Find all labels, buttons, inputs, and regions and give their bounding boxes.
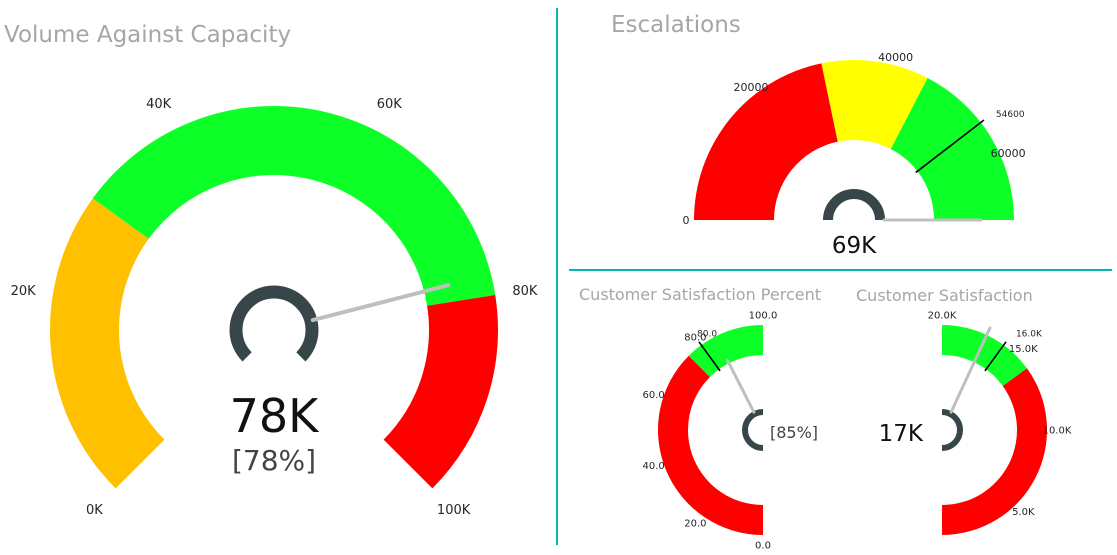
- escalations-value-label: 69K: [832, 233, 877, 259]
- gauge-tick-label: 5.0K: [1012, 507, 1035, 518]
- gauge-tick-label: 40.0: [642, 461, 664, 472]
- customer-satisfaction-percent-gauge: 0.020.040.060.080.0100.080.0: [642, 311, 777, 552]
- gauge-tick-label: 15.0K: [1009, 344, 1038, 355]
- gauge-hub: [941, 409, 963, 451]
- csat-gauge-title: Customer Satisfaction: [856, 286, 1033, 305]
- gauge-band-1: [942, 325, 1027, 386]
- csat-percent-gauge-title: Customer Satisfaction Percent: [579, 285, 821, 304]
- gauge-tick-label: 0: [683, 214, 690, 227]
- volume-gauge-title: Volume Against Capacity: [4, 22, 291, 48]
- gauge-tick-label: 20.0: [684, 519, 706, 530]
- gauge-target-label: 80.0: [697, 330, 717, 340]
- volume-percent-label: [78%]: [232, 444, 316, 477]
- csat-value-label: 17K: [879, 421, 924, 447]
- gauge-tick-label: 80K: [512, 284, 538, 299]
- gauge-tick-label: 100K: [437, 503, 471, 518]
- gauge-target-label: 16.0K: [1016, 330, 1043, 340]
- gauge-tick-label: 20000: [733, 81, 768, 94]
- customer-satisfaction-gauge: 5.0K 10.0K 15.0K 20.0K 16.0K: [928, 311, 1072, 535]
- gauge-tick-label: 0K: [86, 503, 103, 518]
- volume-value-label: 78K: [230, 389, 321, 443]
- csat-percent-value-label: [85%]: [770, 423, 818, 442]
- escalations-gauge-title: Escalations: [611, 12, 741, 38]
- gauge-tick-label: 40000: [878, 51, 913, 64]
- gauge-tick-label: 40K: [146, 97, 172, 112]
- escalations-gauge: 0 20000 40000 60000 54600: [683, 51, 1026, 227]
- gauge-tick-label: 60.0: [642, 390, 664, 401]
- gauge-band-1: [92, 106, 496, 306]
- gauge-tick-label: 0.0: [755, 541, 771, 552]
- gauge-needle: [726, 359, 756, 414]
- gauge-tick-label: 60000: [991, 147, 1026, 160]
- gauge-tick-label: 100.0: [749, 311, 778, 322]
- gauge-band-0: [49, 198, 165, 489]
- gauge-hub: [823, 189, 885, 221]
- gauge-tick-label: 10.0K: [1043, 426, 1072, 437]
- gauge-band-2: [383, 294, 498, 489]
- gauge-band-0: [658, 355, 763, 535]
- dashboard-canvas: Volume Against Capacity Escalations Cust…: [4, 8, 1112, 552]
- gauge-hub: [742, 409, 764, 451]
- gauge-tick-label: 20.0K: [928, 311, 957, 322]
- gauge-target-label: 54600: [996, 110, 1025, 120]
- gauge-tick-label: 60K: [377, 97, 403, 112]
- gauge-tick-label: 20K: [11, 284, 37, 299]
- gauge-hub: [229, 285, 319, 362]
